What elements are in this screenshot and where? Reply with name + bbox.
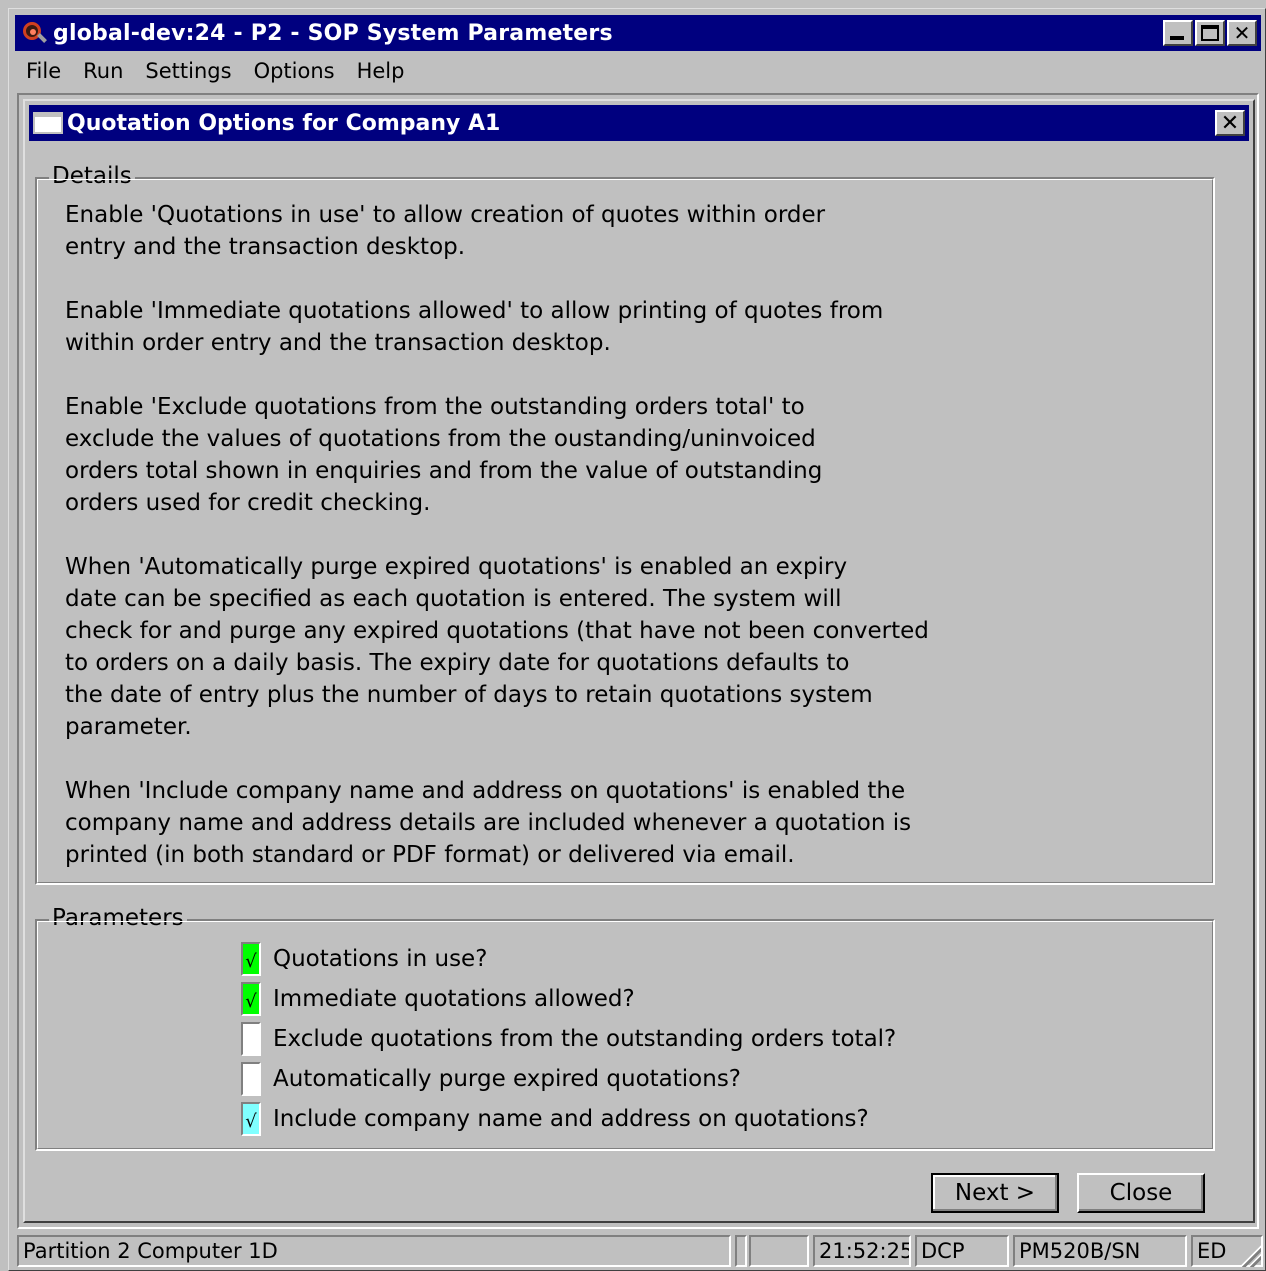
checkmark-icon: √ xyxy=(245,1111,257,1132)
details-paragraph-exclude-quotations: Enable 'Exclude quotations from the outs… xyxy=(65,394,823,516)
menu-options[interactable]: Options xyxy=(243,59,346,83)
param-immediate-quotations[interactable]: √ Immediate quotations allowed? xyxy=(241,981,635,1017)
exclude-quotations-label: Exclude quotations from the outstanding … xyxy=(273,1026,897,1052)
parameters-legend: Parameters xyxy=(49,905,187,931)
dialog-close-button[interactable]: ✕ xyxy=(1215,110,1245,136)
close-icon: ✕ xyxy=(1220,110,1240,136)
details-paragraph-immediate-quotations: Enable 'Immediate quotations allowed' to… xyxy=(65,298,884,356)
status-time: 21:52:25 xyxy=(813,1235,911,1267)
minimize-button[interactable] xyxy=(1163,20,1193,46)
menu-settings[interactable]: Settings xyxy=(134,59,242,83)
status-bar: Partition 2 Computer 1D 21:52:25 DCP PM5… xyxy=(17,1233,1263,1269)
status-empty-2 xyxy=(749,1235,809,1267)
purge-expired-checkbox[interactable] xyxy=(241,1062,261,1096)
mdi-client-area: Quotation Options for Company A1 ✕ Detai… xyxy=(17,93,1259,1229)
purge-expired-label: Automatically purge expired quotations? xyxy=(273,1066,742,1092)
immediate-quotations-checkbox[interactable]: √ xyxy=(241,982,261,1016)
resize-grip[interactable] xyxy=(1237,1243,1261,1267)
menu-file[interactable]: File xyxy=(15,59,72,83)
quotation-options-dialog: Quotation Options for Company A1 ✕ Detai… xyxy=(23,99,1255,1223)
menu-help[interactable]: Help xyxy=(346,59,416,83)
dialog-title: Quotation Options for Company A1 xyxy=(67,110,501,136)
next-button[interactable]: Next > xyxy=(931,1173,1059,1213)
param-include-company[interactable]: √ Include company name and address on qu… xyxy=(241,1101,869,1137)
status-empty-1 xyxy=(735,1235,747,1267)
parameters-group: Parameters √ Quotations in use? √ Immedi… xyxy=(35,905,1215,1151)
param-quotations-in-use[interactable]: √ Quotations in use? xyxy=(241,941,487,977)
window-title: global-dev:24 - P2 - SOP System Paramete… xyxy=(53,20,613,46)
maximize-button[interactable] xyxy=(1195,20,1225,46)
param-exclude-quotations[interactable]: Exclude quotations from the outstanding … xyxy=(241,1021,896,1057)
maximize-icon xyxy=(1201,25,1219,41)
include-company-checkbox[interactable]: √ xyxy=(241,1102,261,1136)
window-close-button[interactable]: ✕ xyxy=(1227,20,1257,46)
details-legend: Details xyxy=(49,163,135,189)
dialog-titlebar[interactable]: Quotation Options for Company A1 ✕ xyxy=(29,105,1249,141)
details-paragraph-purge-expired: When 'Automatically purge expired quotat… xyxy=(65,554,929,740)
checkmark-icon: √ xyxy=(245,951,257,972)
quotations-in-use-checkbox[interactable]: √ xyxy=(241,942,261,976)
application-window: global-dev:24 - P2 - SOP System Paramete… xyxy=(8,8,1266,1271)
close-icon: ✕ xyxy=(1233,21,1251,45)
immediate-quotations-label: Immediate quotations allowed? xyxy=(273,986,635,1012)
menu-run[interactable]: Run xyxy=(72,59,134,83)
status-partition: Partition 2 Computer 1D xyxy=(17,1235,731,1267)
minimize-icon xyxy=(1170,36,1184,40)
window-titlebar[interactable]: global-dev:24 - P2 - SOP System Paramete… xyxy=(15,15,1261,51)
details-paragraph-include-company: When 'Include company name and address o… xyxy=(65,778,912,868)
checkmark-icon: √ xyxy=(245,991,257,1012)
app-icon[interactable] xyxy=(21,20,47,46)
status-system: DCP xyxy=(915,1235,1009,1267)
close-button[interactable]: Close xyxy=(1077,1173,1205,1213)
status-program: PM520B/SN xyxy=(1013,1235,1187,1267)
exclude-quotations-checkbox[interactable] xyxy=(241,1022,261,1056)
include-company-label: Include company name and address on quot… xyxy=(273,1106,869,1132)
menu-bar: File Run Settings Options Help xyxy=(15,55,415,87)
details-paragraph-quotations-in-use: Enable 'Quotations in use' to allow crea… xyxy=(65,202,826,260)
dialog-window-icon xyxy=(33,112,63,134)
details-group: Details Enable 'Quotations in use' to al… xyxy=(35,163,1215,885)
quotations-in-use-label: Quotations in use? xyxy=(273,946,488,972)
param-purge-expired[interactable]: Automatically purge expired quotations? xyxy=(241,1061,741,1097)
